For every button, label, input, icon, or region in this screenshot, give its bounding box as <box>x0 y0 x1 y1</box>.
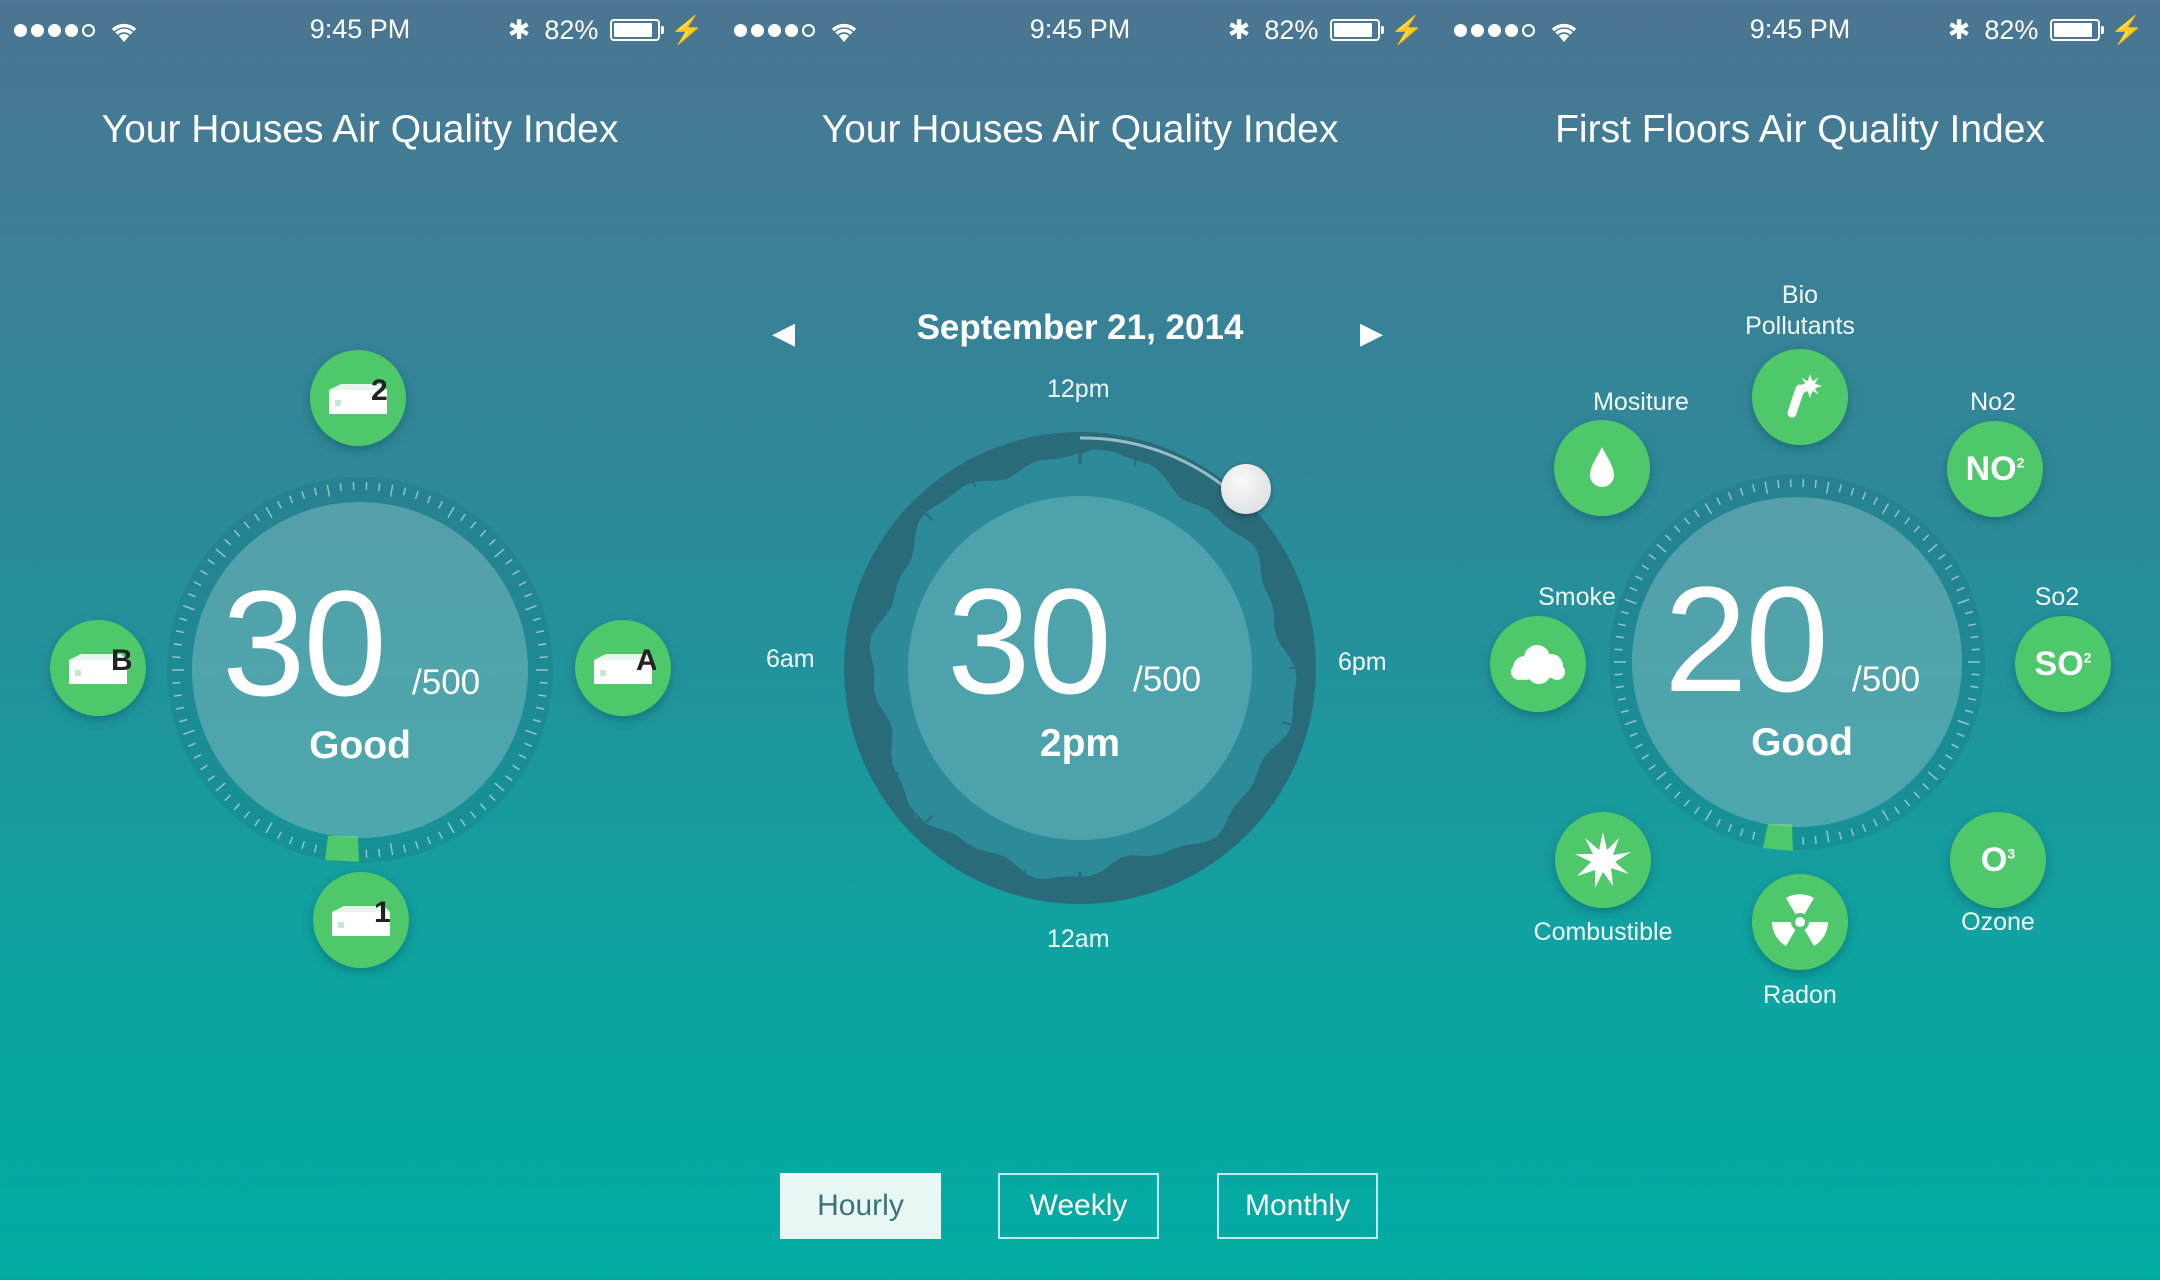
date-label: September 21, 2014 <box>916 308 1244 347</box>
battery-percent: 82% <box>544 14 599 45</box>
moisture-label: Mositure <box>1593 388 1689 416</box>
bluetooth-icon: ✱ <box>1947 14 1971 45</box>
so2-label: So2 <box>2034 583 2080 611</box>
aqi-max: /500 <box>1133 660 1202 699</box>
selected-hour-label: 2pm <box>1039 722 1121 765</box>
device-2-button[interactable]: 2 <box>310 350 406 446</box>
aqi-score: 20 <box>1664 555 1829 723</box>
status-bar: 9:45 PM ✱ 82% ⚡ <box>1440 0 2160 60</box>
status-bar: 9:45 PM ✱ 82% ⚡ <box>720 0 1440 60</box>
page-title: First Floors Air Quality Index <box>1555 108 2045 151</box>
bio-label-line2: Pollutants <box>1745 312 1855 340</box>
smoke-label: Smoke <box>1538 583 1616 611</box>
combustible-label: Combustible <box>1533 918 1673 946</box>
no2-icon: NO2 <box>1965 449 2025 488</box>
bluetooth-icon: ✱ <box>1227 14 1251 45</box>
water-drop-icon <box>1590 447 1614 487</box>
so2-button[interactable]: SO2 <box>2015 616 2111 712</box>
panel-pollutants: 9:45 PM ✱ 82% ⚡ First Floors Air Quality… <box>1440 0 2160 1280</box>
no2-button[interactable]: NO2 <box>1947 421 2043 517</box>
panel-hourly-history: 9:45 PM ✱ 82% ⚡ Your Houses Air Quality … <box>720 0 1440 1280</box>
so2-icon: SO2 <box>2034 644 2092 683</box>
bluetooth-icon: ✱ <box>507 14 531 45</box>
battery-icon <box>2050 19 2105 41</box>
device-label: 2 <box>371 378 388 407</box>
battery-percent: 82% <box>1984 14 2039 45</box>
radon-button[interactable] <box>1752 874 1848 970</box>
ozone-button[interactable]: O3 <box>1950 812 2046 908</box>
status-bar: 9:45 PM ✱ 82% ⚡ <box>0 0 720 60</box>
cloud-icon <box>1511 645 1565 684</box>
device-icon: 2 <box>329 378 388 414</box>
aqi-score: 30 <box>222 559 387 727</box>
ozone-icon: O3 <box>1980 840 2016 879</box>
tab-weekly[interactable]: Weekly <box>998 1173 1159 1239</box>
charging-icon: ⚡ <box>2110 15 2144 45</box>
hour-label-12am: 12am <box>1047 925 1110 953</box>
time-scrubber-handle[interactable] <box>1221 464 1271 514</box>
device-b-button[interactable]: B <box>50 620 146 716</box>
charging-icon: ⚡ <box>670 15 704 45</box>
battery-icon <box>1330 19 1385 41</box>
aqi-status: Good <box>1751 721 1853 764</box>
burst-icon <box>1575 832 1631 888</box>
moisture-button[interactable] <box>1554 420 1650 516</box>
radiation-icon <box>1772 894 1828 946</box>
page-title: Your Houses Air Quality Index <box>821 108 1339 151</box>
aqi-status: Good <box>309 724 411 767</box>
device-label: 1 <box>374 900 391 929</box>
tab-hourly[interactable]: Hourly <box>780 1173 941 1239</box>
device-label: A <box>636 648 656 677</box>
hour-label-6am: 6am <box>766 645 815 673</box>
battery-icon <box>610 19 665 41</box>
device-icon: A <box>594 648 656 684</box>
smoke-button[interactable] <box>1490 616 1586 712</box>
device-label: B <box>111 648 131 677</box>
bio-label-line1: Bio <box>1781 281 1819 309</box>
next-day-button[interactable]: ▶ <box>1360 316 1383 351</box>
device-1-button[interactable]: 1 <box>313 872 409 968</box>
combustible-button[interactable] <box>1555 812 1651 908</box>
device-a-button[interactable]: A <box>575 620 671 716</box>
radon-label: Radon <box>1763 981 1837 1009</box>
bio-pollutants-button[interactable] <box>1752 349 1848 445</box>
page-title: Your Houses Air Quality Index <box>101 108 619 151</box>
bio-pollutants-label: Bio Pollutants <box>1690 280 1910 342</box>
hour-label-12pm: 12pm <box>1047 375 1110 403</box>
aqi-max: /500 <box>1852 660 1921 699</box>
aqi-score: 30 <box>947 557 1112 725</box>
battery-percent: 82% <box>1264 14 1319 45</box>
aqi-max: /500 <box>412 663 481 702</box>
ozone-label: Ozone <box>1961 908 2035 936</box>
device-icon: 1 <box>332 900 391 936</box>
bio-pollutant-icon <box>1787 374 1822 418</box>
no2-label: No2 <box>1970 388 2016 416</box>
hour-label-6pm: 6pm <box>1338 648 1387 676</box>
device-icon: B <box>69 648 131 684</box>
tab-monthly[interactable]: Monthly <box>1217 1173 1378 1239</box>
charging-icon: ⚡ <box>1390 15 1424 45</box>
panel-house-overview: 9:45 PM ✱ 82% ⚡ Your Houses Air Quality … <box>0 0 720 1280</box>
